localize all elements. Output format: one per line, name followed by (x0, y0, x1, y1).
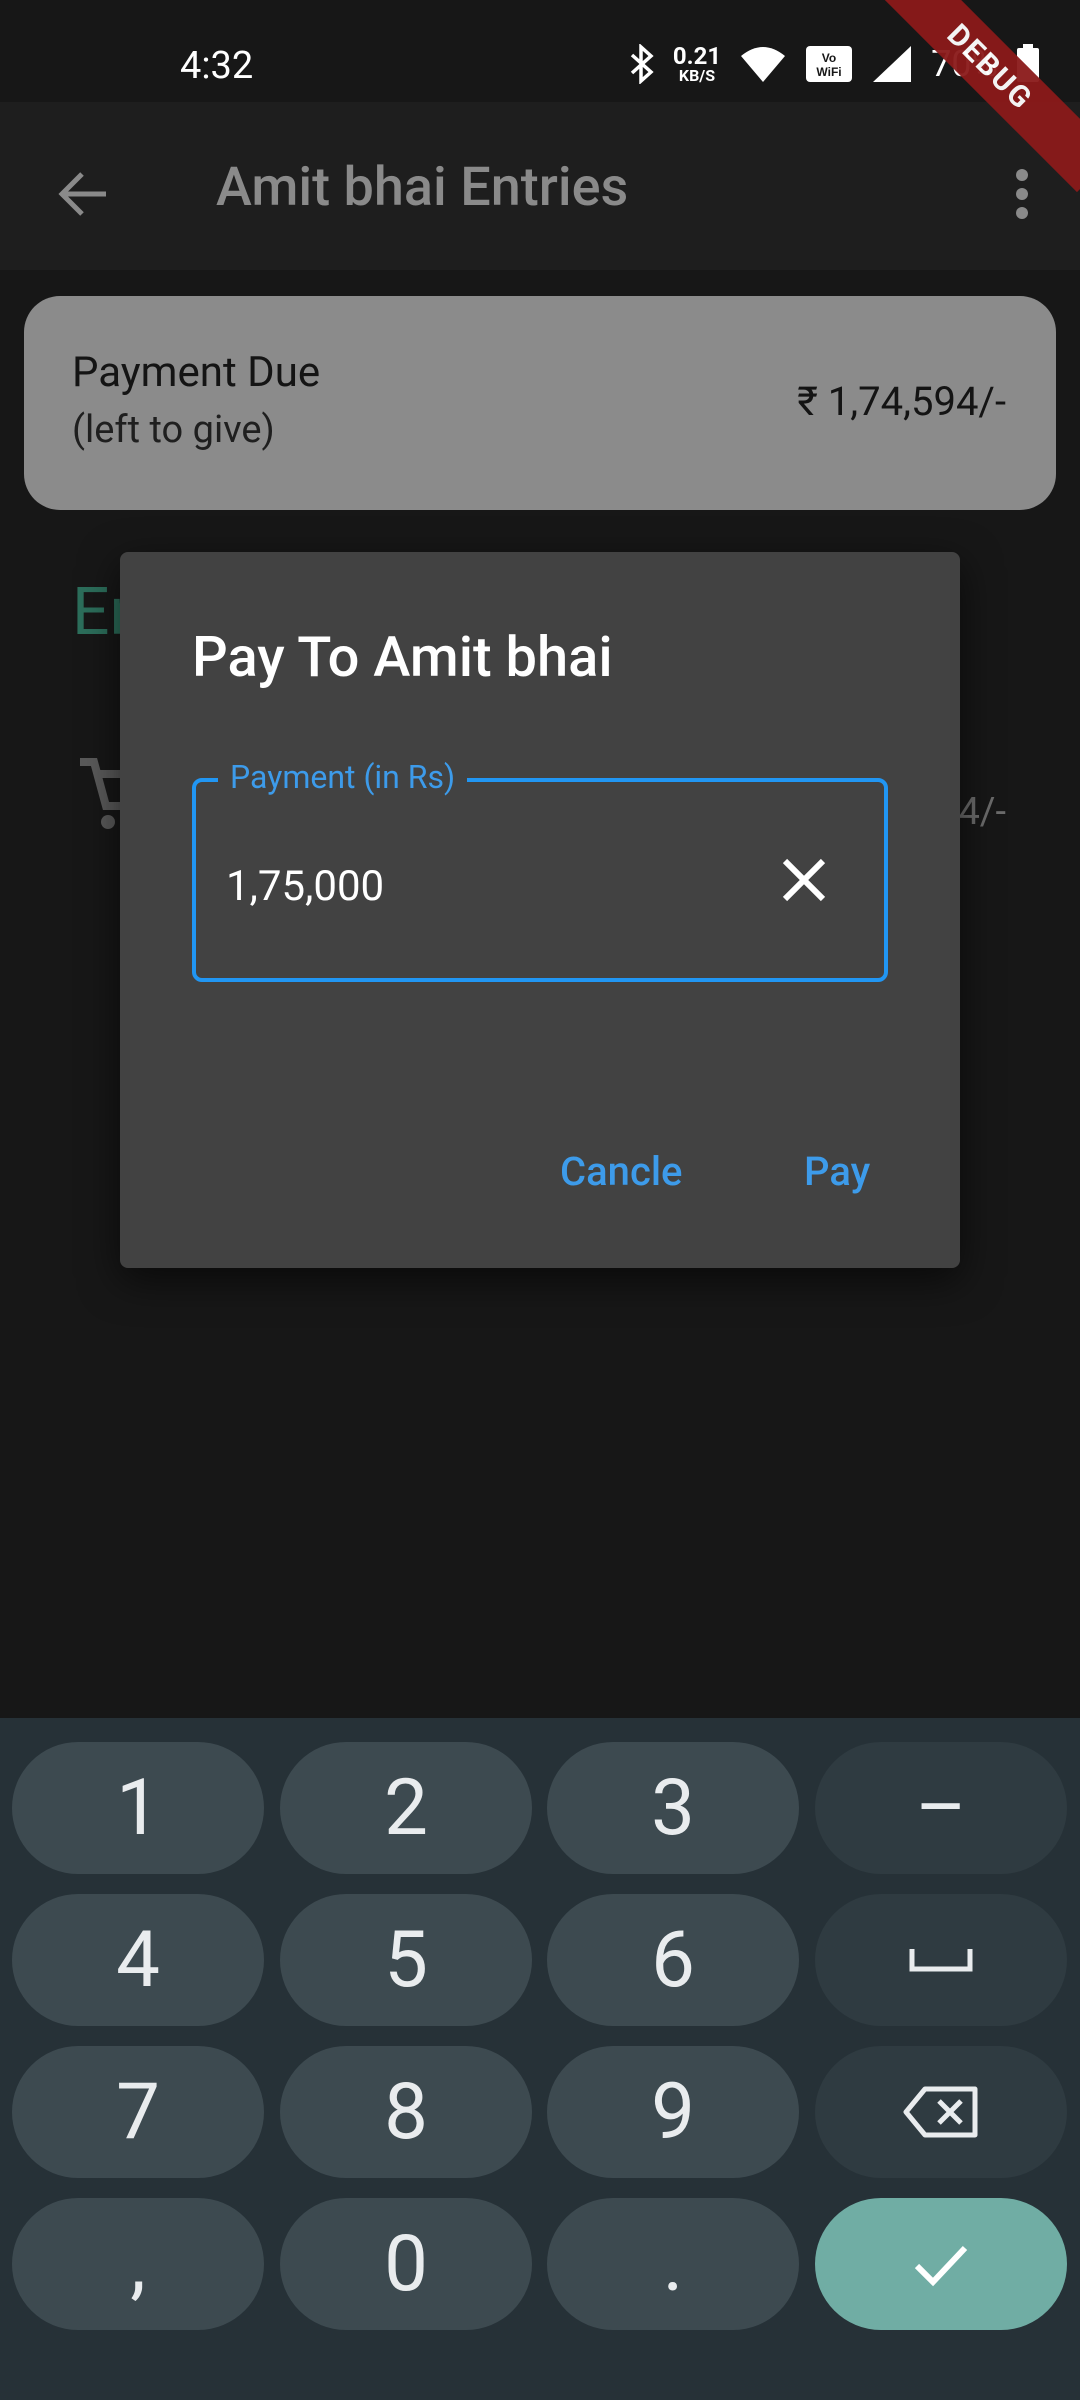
svg-text:WiFi: WiFi (817, 65, 842, 79)
network-speed: 0.21 KB/S (673, 44, 721, 84)
vowifi-icon: Vo WiFi (806, 46, 853, 82)
payment-input-field[interactable]: Payment (in Rs) 1,75,000 (192, 758, 888, 982)
page-title: Amit bhai Entries (216, 156, 629, 219)
clear-input-button[interactable] (764, 840, 844, 920)
app-bar: Amit bhai Entries (0, 102, 1080, 270)
check-icon (914, 2245, 968, 2287)
key-5[interactable]: 5 (280, 1894, 532, 2026)
network-speed-unit: KB/S (678, 66, 716, 85)
arrow-back-icon (58, 172, 106, 216)
backspace-icon (903, 2086, 978, 2138)
wifi-icon (741, 47, 786, 82)
key-minus[interactable]: – (815, 1742, 1067, 1874)
key-3[interactable]: 3 (547, 1742, 799, 1874)
key-enter[interactable] (815, 2198, 1067, 2330)
more-vert-icon (1016, 169, 1028, 219)
status-time: 4:32 (180, 44, 254, 88)
key-8[interactable]: 8 (280, 2046, 532, 2178)
key-1[interactable]: 1 (12, 1742, 264, 1874)
payment-due-sublabel: (left to give) (72, 408, 275, 452)
key-7[interactable]: 7 (12, 2046, 264, 2178)
key-period[interactable]: . (547, 2198, 799, 2330)
dialog-title: Pay To Amit bhai (192, 624, 613, 690)
payment-due-card: Payment Due (left to give) ₹ 1,74,594/- (24, 296, 1056, 510)
payment-due-label: Payment Due (72, 348, 321, 397)
cancel-button[interactable]: Cancle (560, 1148, 682, 1195)
cellular-signal-icon (873, 46, 912, 82)
payment-due-amount: ₹ 1,74,594/- (797, 378, 1006, 425)
pay-dialog: Pay To Amit bhai Payment (in Rs) 1,75,00… (120, 552, 960, 1268)
key-2[interactable]: 2 (280, 1742, 532, 1874)
payment-input-value[interactable]: 1,75,000 (226, 862, 384, 911)
key-9[interactable]: 9 (547, 2046, 799, 2178)
entry-row-amount: 4/- (958, 790, 1006, 834)
numeric-keyboard: 1 2 3 – 4 5 6 7 8 9 , 0 . (0, 1718, 1080, 2400)
key-6[interactable]: 6 (547, 1894, 799, 2026)
back-button[interactable] (44, 154, 124, 234)
svg-text:Vo: Vo (822, 51, 836, 65)
key-0[interactable]: 0 (280, 2198, 532, 2330)
more-options-button[interactable] (992, 154, 1052, 234)
pay-button[interactable]: Pay (804, 1148, 870, 1195)
bluetooth-icon (630, 44, 654, 84)
close-icon (782, 858, 826, 902)
payment-input-label: Payment (in Rs) (218, 758, 468, 796)
key-space[interactable] (815, 1894, 1067, 2026)
space-icon (909, 1949, 973, 1972)
network-speed-value: 0.21 (672, 42, 722, 70)
key-comma[interactable]: , (12, 2198, 264, 2330)
key-4[interactable]: 4 (12, 1894, 264, 2026)
key-backspace[interactable] (815, 2046, 1067, 2178)
